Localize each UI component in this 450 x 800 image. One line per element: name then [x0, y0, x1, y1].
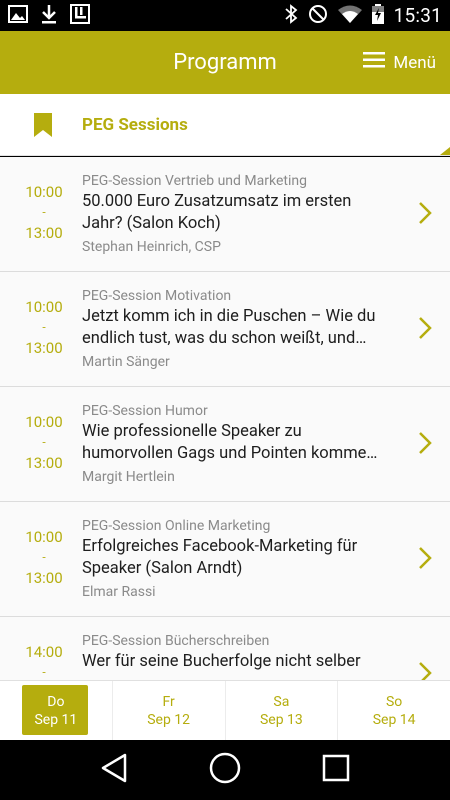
time-column: 10:00 - 13:00 — [14, 387, 74, 502]
session-speaker: Elmar Rassi — [82, 584, 156, 600]
session-row[interactable]: 14:00 - PEG-Session Bücherschreiben Wer … — [0, 617, 450, 680]
session-content: PEG-Session Vertrieb und Marketing 50.00… — [82, 171, 404, 257]
status-left — [8, 3, 90, 28]
bookmark-icon — [34, 113, 52, 141]
recents-icon[interactable] — [322, 754, 350, 786]
start-time: 14:00 — [25, 643, 63, 661]
session-content: PEG-Session Bücherschreiben Wer für sein… — [82, 631, 404, 675]
battery-charging-icon — [371, 3, 384, 28]
status-time: 15:31 — [393, 4, 442, 27]
chevron-right-icon — [418, 546, 432, 574]
menu-button[interactable]: Menü — [363, 31, 436, 94]
session-speaker: Margit Hertlein — [82, 469, 175, 485]
end-time: 13:00 — [25, 454, 63, 472]
session-title-line1: 50.000 Euro Zusatzumsatz im ersten — [82, 192, 352, 211]
status-bar: 15:31 — [0, 0, 450, 31]
time-separator: - — [42, 550, 46, 564]
menu-label: Menü — [393, 52, 436, 73]
session-speaker: Martin Sänger — [82, 354, 170, 370]
session-content: PEG-Session Humor Wie professionelle Spe… — [82, 401, 404, 487]
session-title-line2: humorvollen Gags und Pointen komme… — [82, 444, 378, 463]
app-bar: Programm Menü — [0, 31, 450, 94]
session-category: PEG-Session Vertrieb und Marketing — [82, 173, 307, 189]
session-content: PEG-Session Online Marketing Erfolgreich… — [82, 516, 404, 602]
tab-day-label: Do — [47, 693, 65, 710]
tab-day-label: So — [385, 693, 403, 710]
download-icon — [40, 4, 58, 28]
time-column: 14:00 - — [14, 617, 74, 680]
image-icon — [8, 4, 28, 27]
chevron-right-icon — [418, 316, 432, 344]
end-time: 13:00 — [25, 339, 63, 357]
section-header[interactable]: PEG Sessions — [0, 94, 450, 156]
tab-day-label: Fr — [162, 693, 175, 710]
tab-date-label: Sep 13 — [259, 711, 303, 728]
session-title-line1: Erfolgreiches Facebook-Marketing für — [82, 537, 358, 556]
session-title-line1: Wer für seine Bucherfolge nicht selber — [82, 652, 361, 671]
section-title: PEG Sessions — [82, 115, 188, 135]
session-title-line2: Jahr? (Salon Koch) — [82, 214, 221, 233]
time-separator: - — [42, 665, 46, 679]
session-row[interactable]: 10:00 - 13:00 PEG-Session Vertrieb und M… — [0, 157, 450, 272]
session-title-line2: Speaker (Salon Arndt) — [82, 559, 243, 578]
wifi-icon — [337, 5, 362, 27]
tab-day-thursday[interactable]: Do Sep 11 — [0, 681, 113, 740]
session-category: PEG-Session Bücherschreiben — [82, 633, 270, 649]
time-column: 10:00 - 13:00 — [14, 272, 74, 387]
session-title-line2: endlich tust, was du schon weißt, und… — [82, 329, 367, 348]
tab-day-friday[interactable]: Fr Sep 12 — [113, 681, 226, 740]
start-time: 10:00 — [25, 183, 63, 201]
session-category: PEG-Session Motivation — [82, 288, 232, 304]
bluetooth-icon — [284, 3, 298, 28]
session-row[interactable]: 10:00 - 13:00 PEG-Session Motivation Jet… — [0, 272, 450, 387]
session-category: PEG-Session Humor — [82, 403, 208, 419]
tab-day-label: Sa — [273, 693, 290, 710]
session-speaker: Stephan Heinrich, CSP — [82, 239, 221, 255]
session-row[interactable]: 10:00 - 13:00 PEG-Session Humor Wie prof… — [0, 387, 450, 502]
time-separator: - — [42, 435, 46, 449]
corner-indicator — [440, 147, 450, 155]
back-icon[interactable] — [100, 753, 128, 787]
do-not-disturb-icon — [308, 4, 328, 28]
end-time: 13:00 — [25, 224, 63, 242]
session-title-line1: Jetzt komm ich in die Puschen – Wie du — [82, 307, 376, 326]
home-icon[interactable] — [209, 752, 241, 788]
tab-day-saturday[interactable]: Sa Sep 13 — [226, 681, 339, 740]
status-right: 15:31 — [284, 3, 442, 28]
time-separator: - — [42, 205, 46, 219]
chevron-right-icon — [418, 661, 432, 680]
time-column: 10:00 - 13:00 — [14, 157, 74, 272]
day-tabs: Do Sep 11 Fr Sep 12 Sa Sep 13 So Sep 14 — [0, 680, 450, 740]
session-row[interactable]: 10:00 - 13:00 PEG-Session Online Marketi… — [0, 502, 450, 617]
start-time: 10:00 — [25, 413, 63, 431]
end-time: 13:00 — [25, 569, 63, 587]
chevron-right-icon — [418, 201, 432, 229]
system-nav-bar — [0, 740, 450, 800]
time-separator: - — [42, 320, 46, 334]
session-category: PEG-Session Online Marketing — [82, 518, 271, 534]
time-column: 10:00 - 13:00 — [14, 502, 74, 617]
tab-day-sunday[interactable]: So Sep 14 — [338, 681, 450, 740]
start-time: 10:00 — [25, 528, 63, 546]
tab-date-label: Sep 11 — [34, 711, 78, 728]
chevron-right-icon — [418, 431, 432, 459]
session-content: PEG-Session Motivation Jetzt komm ich in… — [82, 286, 404, 372]
tab-date-label: Sep 14 — [372, 711, 416, 728]
tab-date-label: Sep 12 — [147, 711, 191, 728]
app-notification-icon — [70, 3, 90, 28]
hamburger-icon — [363, 52, 386, 73]
session-title-line1: Wie professionelle Speaker zu — [82, 422, 302, 441]
session-list[interactable]: 10:00 - 13:00 PEG-Session Vertrieb und M… — [0, 157, 450, 680]
start-time: 10:00 — [25, 298, 63, 316]
